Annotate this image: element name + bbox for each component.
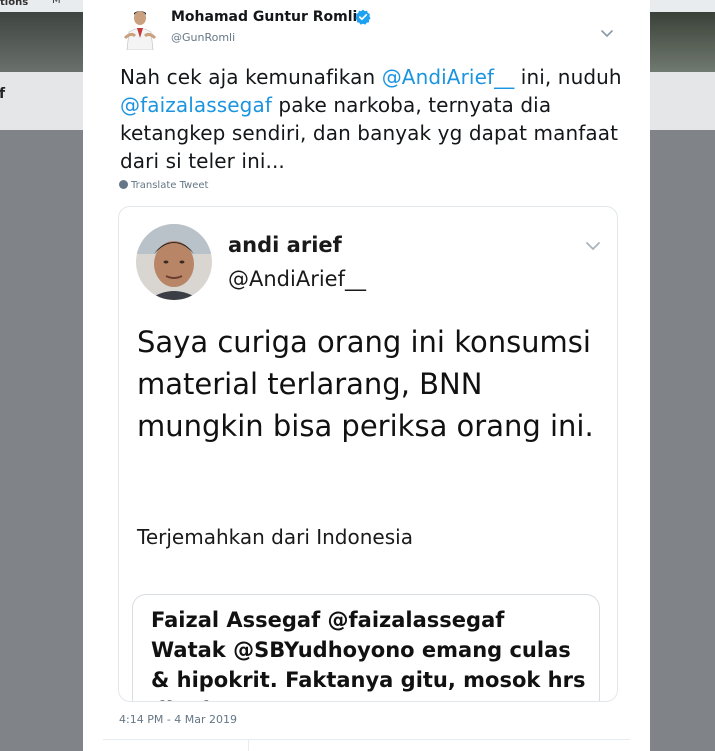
author-handle[interactable]: @GunRomli [171,31,235,44]
tweet-text: Nah cek aja kemunafikan @AndiArief__ ini… [120,63,630,175]
translate-label: Translate Tweet [131,180,209,191]
embedded-chevron-down-icon [585,238,601,251]
mention-link-andiarief[interactable]: @AndiArief__ [382,65,515,89]
embedded-quote-author: Faizal Assegaf @faizalassegaf [151,608,505,632]
background-name-fragment: f [0,86,6,102]
globe-icon [119,180,128,189]
divider [248,740,249,751]
tweet-text-part: Nah cek aja kemunafikan [120,65,382,89]
embedded-quote-card: Faizal Assegaf @faizalassegaf Watak @SBY… [132,594,600,701]
author-name[interactable]: Mohamad Guntur Romli [171,9,357,25]
background-nav-fragment-2: M [52,0,61,6]
background-header-image-right [650,12,715,72]
author-avatar[interactable] [123,8,157,50]
tweet-text-part: ini, nuduh [514,65,622,89]
embedded-quote-text: Faizal Assegaf @faizalassegaf Watak @SBY… [151,605,591,701]
divider [103,739,630,740]
background-header-image [0,12,83,72]
chevron-down-icon[interactable] [600,24,614,38]
embedded-author-handle: @AndiArief__ [228,267,366,291]
embedded-translate-label: Terjemahkan dari Indonesia [137,525,413,549]
background-nav-fragment: tions [0,0,29,8]
modal-overlay-left[interactable] [0,130,83,751]
embedded-tweet-body: Saya curiga orang ini konsumsi material … [137,325,594,443]
embedded-author-name: andi arief [228,233,342,257]
embedded-quote-body: Watak @SBYudhoyono emang culas & hipokri… [151,638,586,701]
background-profile-strip: f [0,72,83,130]
mention-link-faizalassegaf[interactable]: @faizalassegaf [120,93,272,117]
translate-tweet-link[interactable]: Translate Tweet [119,180,208,191]
modal-overlay-right[interactable] [650,130,715,751]
attached-image[interactable]: andi arief @AndiArief__ Saya curiga oran… [118,206,618,702]
embedded-author-avatar [136,224,212,300]
tweet-modal: Mohamad Guntur Romli @GunRomli Nah cek a… [83,0,650,751]
background-profile-strip-right [650,72,715,130]
tweet-timestamp[interactable]: 4:14 PM - 4 Mar 2019 [119,713,237,726]
verified-badge-icon [355,9,371,25]
